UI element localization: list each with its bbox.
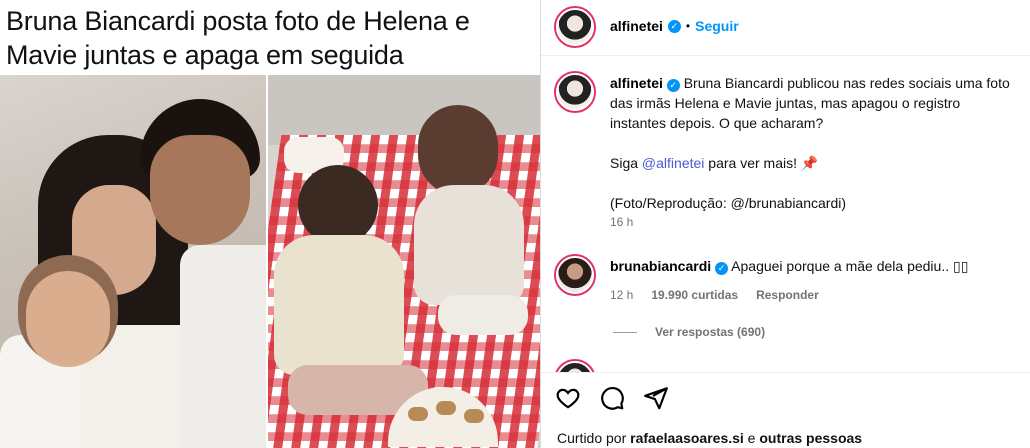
caption: alfinetei ✓ Bruna Biancardi publicou nas… [610,73,1010,233]
actions-bar: Curtido por rafaelaasoares.si e outras p… [541,372,1030,448]
liked-by: Curtido por rafaelaasoares.si e outras p… [557,430,863,446]
caption-username[interactable]: alfinetei [610,75,663,91]
comment-timestamp[interactable]: 12 h [610,288,633,302]
view-replies[interactable]: Ver respostas (690) [613,325,765,339]
verified-icon: ✓ [666,79,680,92]
post-header: alfinetei ✓ • Seguir [541,0,1030,56]
view-replies-label[interactable]: Ver respostas (690) [655,325,765,339]
comment-username[interactable]: brunabiancardi [610,258,711,274]
comment: brunabiancardi ✓ Apaguei porque a mãe de… [610,258,1010,275]
photo-couple-with-baby [0,75,266,448]
separator: • [685,19,691,33]
header-username[interactable]: alfinetei [610,18,663,34]
cta-prefix: Siga [610,155,642,171]
caption-avatar[interactable] [554,71,596,113]
liked-by-others[interactable]: outras pessoas [759,430,862,446]
comment-text: Apaguei porque a mãe dela pediu.. ▯▯ [731,258,969,274]
share-icon[interactable] [643,385,669,411]
comments-section: alfinetei ✓ Bruna Biancardi publicou nas… [541,57,1030,372]
photo-girls-picnic [268,75,540,448]
comment-meta: 12 h 19.990 curtidas Responder [610,288,819,302]
comment-avatar[interactable] [554,254,596,296]
mention-link[interactable]: @alfinetei [642,155,704,171]
pin-icon: 📌 [800,155,819,171]
post-headline: Bruna Biancardi posta foto de Helena e M… [6,6,470,70]
comment-likes[interactable]: 19.990 curtidas [651,288,738,302]
caption-timestamp[interactable]: 16 h [610,215,633,229]
avatar[interactable] [554,6,596,48]
photo-credit: (Foto/Reprodução: @/brunabiancardi) [610,195,847,211]
follow-button[interactable]: Seguir [695,18,739,34]
heart-icon[interactable] [555,385,581,411]
verified-icon: ✓ [715,262,729,275]
reply-button[interactable]: Responder [756,288,819,302]
divider [613,331,637,333]
post-image: Bruna Biancardi posta foto de Helena e M… [0,0,540,448]
post-panel: alfinetei ✓ • Seguir alfinetei ✓ Bruna B… [540,0,1030,448]
verified-icon: ✓ [667,19,681,33]
liked-by-user[interactable]: rafaelaasoares.si [630,430,744,446]
comment-icon[interactable] [599,385,625,411]
cta-suffix: para ver mais! [704,155,801,171]
next-comment-avatar[interactable] [554,359,596,372]
